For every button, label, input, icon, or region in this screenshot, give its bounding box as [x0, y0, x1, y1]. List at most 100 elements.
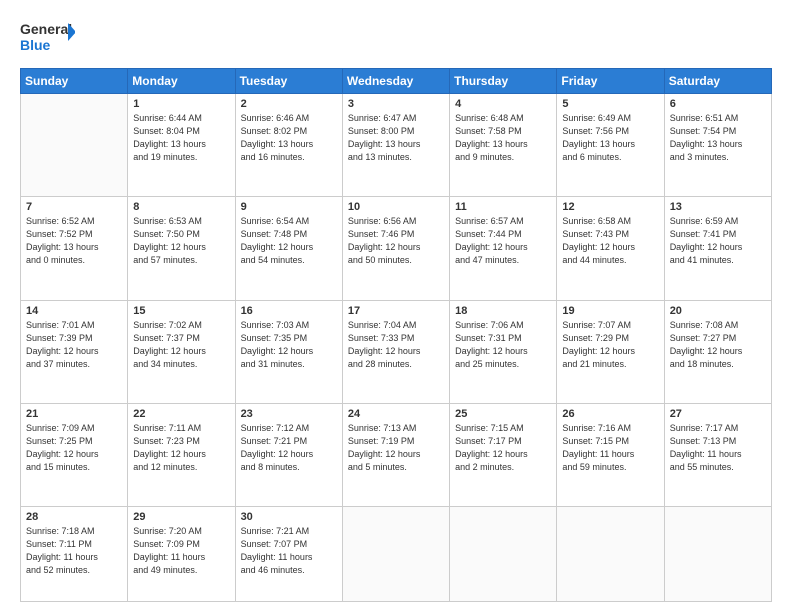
day-number: 21: [26, 408, 122, 420]
calendar-cell: 26 Sunrise: 7:16 AM Sunset: 7:15 PM Dayli…: [557, 403, 664, 506]
day-info: Sunrise: 7:18 AM Sunset: 7:11 PM Dayligh…: [26, 525, 122, 577]
weekday-header-sunday: Sunday: [21, 69, 128, 94]
day-number: 18: [455, 305, 551, 317]
svg-text:General: General: [20, 21, 72, 37]
day-info: Sunrise: 7:08 AM Sunset: 7:27 PM Dayligh…: [670, 319, 766, 371]
calendar-cell: [664, 507, 771, 602]
weekday-header-wednesday: Wednesday: [342, 69, 449, 94]
calendar-cell: 9 Sunrise: 6:54 AM Sunset: 7:48 PM Daylig…: [235, 197, 342, 300]
day-info: Sunrise: 7:20 AM Sunset: 7:09 PM Dayligh…: [133, 525, 229, 577]
day-info: Sunrise: 7:02 AM Sunset: 7:37 PM Dayligh…: [133, 319, 229, 371]
day-info: Sunrise: 6:53 AM Sunset: 7:50 PM Dayligh…: [133, 215, 229, 267]
day-number: 11: [455, 201, 551, 213]
day-number: 15: [133, 305, 229, 317]
calendar-cell: 22 Sunrise: 7:11 AM Sunset: 7:23 PM Dayli…: [128, 403, 235, 506]
day-info: Sunrise: 7:11 AM Sunset: 7:23 PM Dayligh…: [133, 422, 229, 474]
header: General Blue: [20, 18, 772, 58]
calendar-cell: 8 Sunrise: 6:53 AM Sunset: 7:50 PM Daylig…: [128, 197, 235, 300]
calendar-cell: [557, 507, 664, 602]
calendar-cell: 28 Sunrise: 7:18 AM Sunset: 7:11 PM Dayli…: [21, 507, 128, 602]
day-number: 14: [26, 305, 122, 317]
day-info: Sunrise: 7:07 AM Sunset: 7:29 PM Dayligh…: [562, 319, 658, 371]
calendar-cell: 10 Sunrise: 6:56 AM Sunset: 7:46 PM Dayli…: [342, 197, 449, 300]
calendar-cell: 13 Sunrise: 6:59 AM Sunset: 7:41 PM Dayli…: [664, 197, 771, 300]
day-info: Sunrise: 7:03 AM Sunset: 7:35 PM Dayligh…: [241, 319, 337, 371]
weekday-header-monday: Monday: [128, 69, 235, 94]
calendar-cell: [450, 507, 557, 602]
day-info: Sunrise: 6:49 AM Sunset: 7:56 PM Dayligh…: [562, 112, 658, 164]
day-number: 30: [241, 511, 337, 523]
day-number: 9: [241, 201, 337, 213]
calendar-cell: 1 Sunrise: 6:44 AM Sunset: 8:04 PM Daylig…: [128, 94, 235, 197]
calendar-cell: [342, 507, 449, 602]
calendar-cell: 2Sunrise: 6:46 AM Sunset: 8:02 PM Daylig…: [235, 94, 342, 197]
calendar-cell: 23 Sunrise: 7:12 AM Sunset: 7:21 PM Dayli…: [235, 403, 342, 506]
calendar-table: SundayMondayTuesdayWednesdayThursdayFrid…: [20, 68, 772, 602]
day-info: Sunrise: 7:01 AM Sunset: 7:39 PM Dayligh…: [26, 319, 122, 371]
day-number: 6: [670, 98, 766, 110]
day-info: Sunrise: 6:47 AM Sunset: 8:00 PM Dayligh…: [348, 112, 444, 164]
day-info: Sunrise: 6:54 AM Sunset: 7:48 PM Dayligh…: [241, 215, 337, 267]
weekday-header-friday: Friday: [557, 69, 664, 94]
day-info: Sunrise: 6:56 AM Sunset: 7:46 PM Dayligh…: [348, 215, 444, 267]
day-number: 19: [562, 305, 658, 317]
day-info: Sunrise: 7:12 AM Sunset: 7:21 PM Dayligh…: [241, 422, 337, 474]
calendar-cell: 27Sunrise: 7:17 AM Sunset: 7:13 PM Dayli…: [664, 403, 771, 506]
day-info: Sunrise: 6:48 AM Sunset: 7:58 PM Dayligh…: [455, 112, 551, 164]
day-number: 10: [348, 201, 444, 213]
calendar-cell: 5Sunrise: 6:49 AM Sunset: 7:56 PM Daylig…: [557, 94, 664, 197]
logo: General Blue: [20, 18, 75, 58]
day-number: 22: [133, 408, 229, 420]
day-number: 1: [133, 98, 229, 110]
day-number: 23: [241, 408, 337, 420]
day-number: 2: [241, 98, 337, 110]
day-info: Sunrise: 7:15 AM Sunset: 7:17 PM Dayligh…: [455, 422, 551, 474]
weekday-header-saturday: Saturday: [664, 69, 771, 94]
day-number: 16: [241, 305, 337, 317]
day-info: Sunrise: 6:58 AM Sunset: 7:43 PM Dayligh…: [562, 215, 658, 267]
day-number: 12: [562, 201, 658, 213]
day-number: 28: [26, 511, 122, 523]
day-number: 26: [562, 408, 658, 420]
weekday-header-thursday: Thursday: [450, 69, 557, 94]
calendar-cell: 6 Sunrise: 6:51 AM Sunset: 7:54 PM Daylig…: [664, 94, 771, 197]
calendar-cell: 20 Sunrise: 7:08 AM Sunset: 7:27 PM Dayli…: [664, 300, 771, 403]
day-info: Sunrise: 6:51 AM Sunset: 7:54 PM Dayligh…: [670, 112, 766, 164]
day-number: 20: [670, 305, 766, 317]
day-info: Sunrise: 6:59 AM Sunset: 7:41 PM Dayligh…: [670, 215, 766, 267]
week-row-4: 28 Sunrise: 7:18 AM Sunset: 7:11 PM Dayli…: [21, 507, 772, 602]
day-number: 13: [670, 201, 766, 213]
logo-svg: General Blue: [20, 18, 75, 58]
day-info: Sunrise: 7:04 AM Sunset: 7:33 PM Dayligh…: [348, 319, 444, 371]
day-number: 8: [133, 201, 229, 213]
calendar-cell: 19 Sunrise: 7:07 AM Sunset: 7:29 PM Dayli…: [557, 300, 664, 403]
day-info: Sunrise: 7:06 AM Sunset: 7:31 PM Dayligh…: [455, 319, 551, 371]
day-info: Sunrise: 7:17 AM Sunset: 7:13 PM Dayligh…: [670, 422, 766, 474]
day-info: Sunrise: 6:52 AM Sunset: 7:52 PM Dayligh…: [26, 215, 122, 267]
calendar-cell: 12 Sunrise: 6:58 AM Sunset: 7:43 PM Dayli…: [557, 197, 664, 300]
weekday-header-tuesday: Tuesday: [235, 69, 342, 94]
week-row-3: 21Sunrise: 7:09 AM Sunset: 7:25 PM Dayli…: [21, 403, 772, 506]
calendar-cell: 30 Sunrise: 7:21 AM Sunset: 7:07 PM Dayli…: [235, 507, 342, 602]
calendar-cell: 4Sunrise: 6:48 AM Sunset: 7:58 PM Daylig…: [450, 94, 557, 197]
calendar-cell: 3 Sunrise: 6:47 AM Sunset: 8:00 PM Daylig…: [342, 94, 449, 197]
day-number: 17: [348, 305, 444, 317]
calendar-cell: 16 Sunrise: 7:03 AM Sunset: 7:35 PM Dayli…: [235, 300, 342, 403]
calendar-cell: 7 Sunrise: 6:52 AM Sunset: 7:52 PM Daylig…: [21, 197, 128, 300]
calendar-cell: 24Sunrise: 7:13 AM Sunset: 7:19 PM Dayli…: [342, 403, 449, 506]
day-info: Sunrise: 7:21 AM Sunset: 7:07 PM Dayligh…: [241, 525, 337, 577]
weekday-header-row: SundayMondayTuesdayWednesdayThursdayFrid…: [21, 69, 772, 94]
day-info: Sunrise: 7:13 AM Sunset: 7:19 PM Dayligh…: [348, 422, 444, 474]
day-number: 3: [348, 98, 444, 110]
day-number: 29: [133, 511, 229, 523]
calendar-cell: 11Sunrise: 6:57 AM Sunset: 7:44 PM Dayli…: [450, 197, 557, 300]
svg-text:Blue: Blue: [20, 37, 51, 53]
day-info: Sunrise: 7:16 AM Sunset: 7:15 PM Dayligh…: [562, 422, 658, 474]
day-number: 25: [455, 408, 551, 420]
day-number: 7: [26, 201, 122, 213]
calendar-cell: 18 Sunrise: 7:06 AM Sunset: 7:31 PM Dayli…: [450, 300, 557, 403]
week-row-0: 1 Sunrise: 6:44 AM Sunset: 8:04 PM Daylig…: [21, 94, 772, 197]
day-info: Sunrise: 6:44 AM Sunset: 8:04 PM Dayligh…: [133, 112, 229, 164]
week-row-1: 7 Sunrise: 6:52 AM Sunset: 7:52 PM Daylig…: [21, 197, 772, 300]
calendar-page: General Blue SundayMondayTuesdayWednesda…: [0, 0, 792, 612]
